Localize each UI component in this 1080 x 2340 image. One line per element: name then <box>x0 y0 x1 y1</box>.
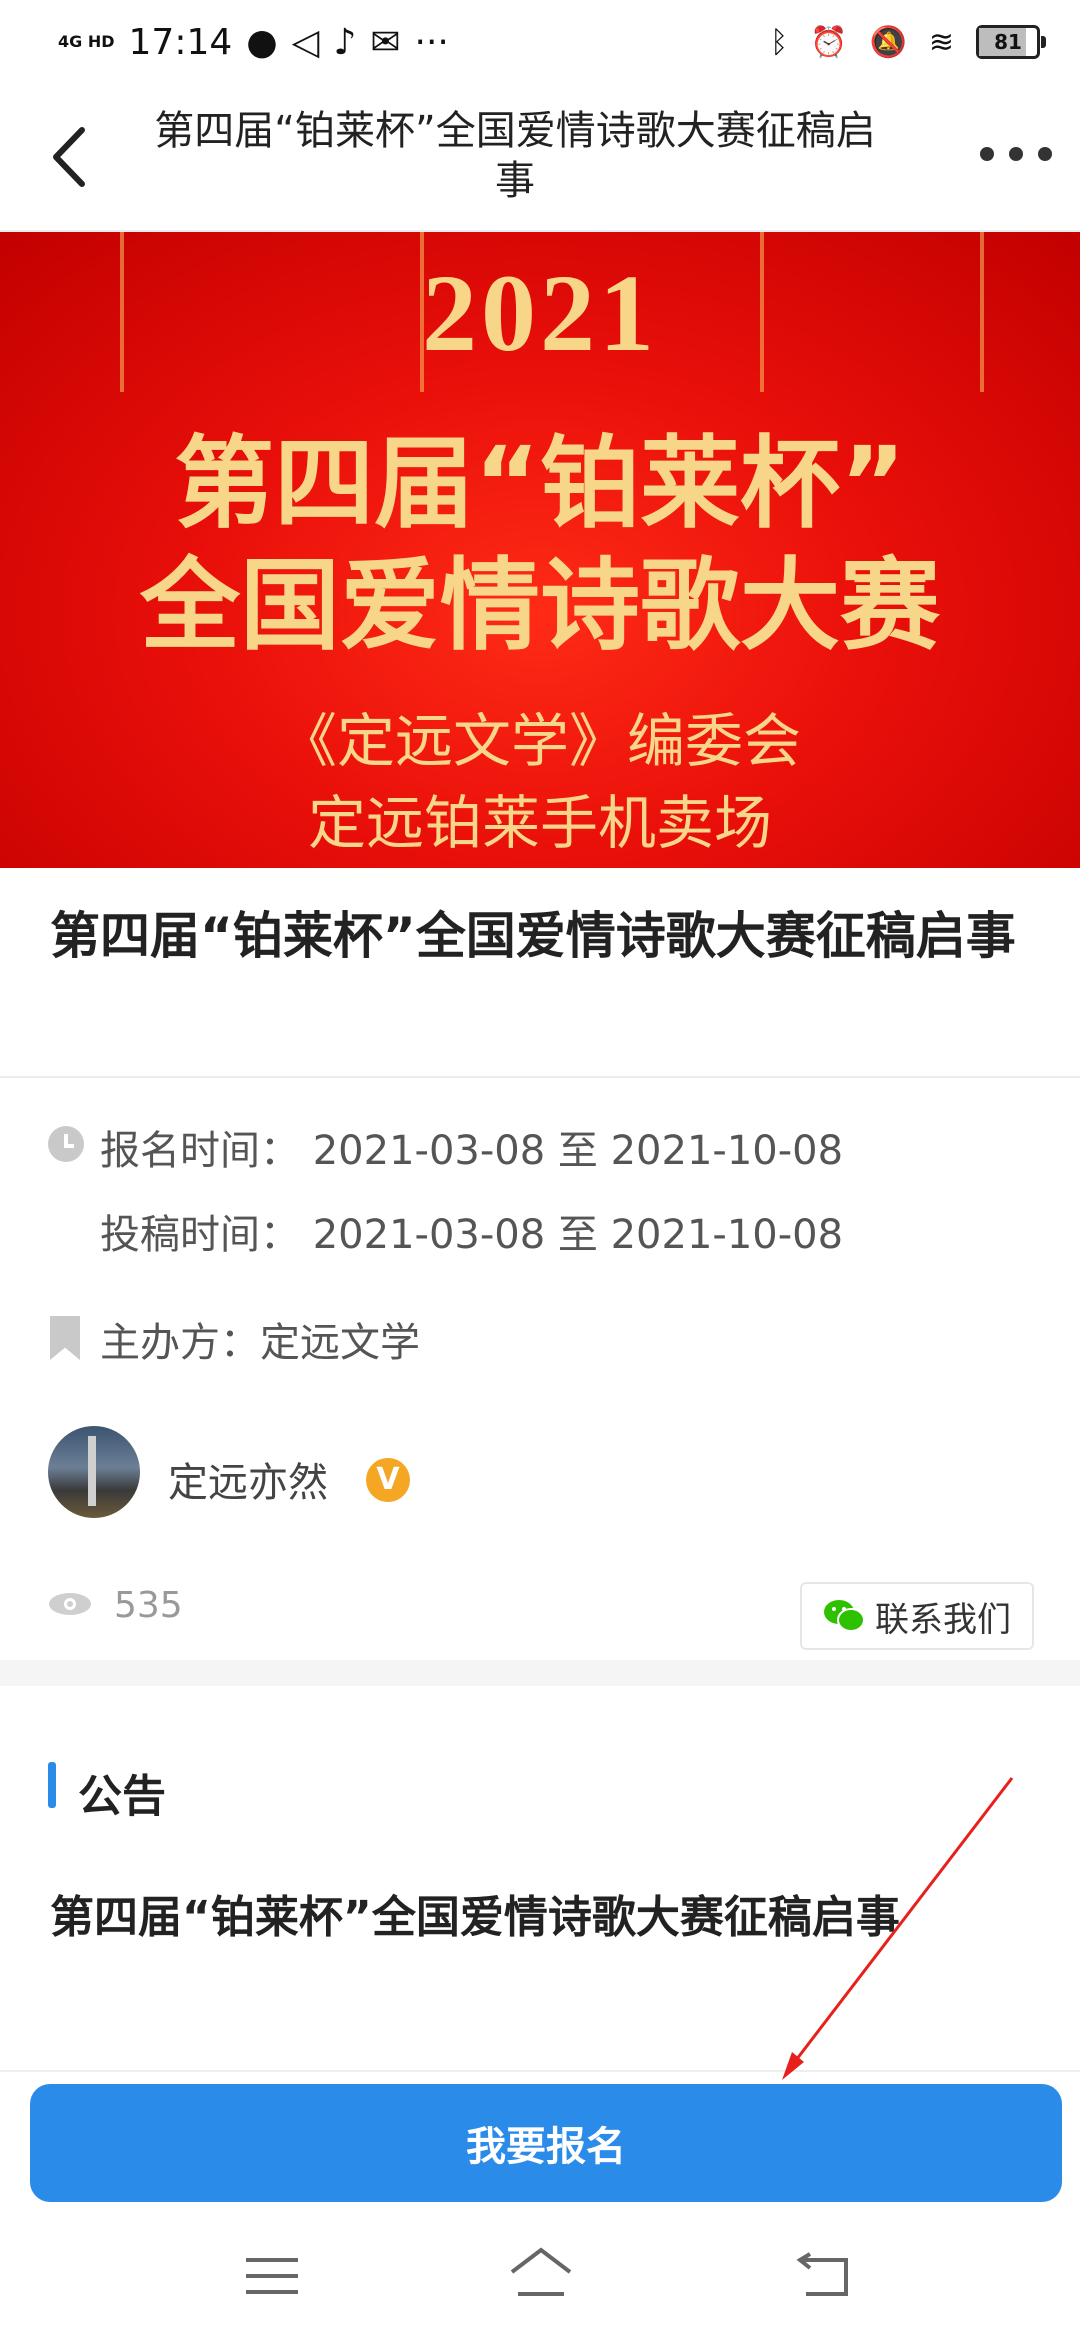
wechat-icon <box>823 1599 865 1633</box>
signup-time-label: 报名时间： <box>100 1128 300 1174</box>
recent-apps-icon[interactable] <box>246 2258 298 2294</box>
banner-line3: 《定远文学》编委会 <box>278 707 801 775</box>
article-title: 第四届“铂莱杯”全国爱情诗歌大赛征稿启事 <box>50 907 1016 965</box>
signal-icon: 4G HD <box>58 32 115 51</box>
submit-time-row: 投稿时间： 2021-03-08 至 2021-10-08 <box>100 1202 843 1260</box>
notice-heading: 公告 <box>78 1771 166 1822</box>
bookmark-icon <box>50 1316 80 1360</box>
app-header: 第四届“铂莱杯”全国爱情诗歌大赛征稿启事 <box>0 84 1080 232</box>
signup-time-row: 报名时间： 2021-03-08 至 2021-10-08 <box>100 1118 843 1176</box>
system-back-icon[interactable] <box>796 2252 852 2300</box>
contact-us-button[interactable]: 联系我们 <box>800 1582 1034 1650</box>
dnd-icon: 🔕 <box>869 24 907 60</box>
divider <box>0 1076 1080 1078</box>
banner-year: 2021 <box>422 252 658 374</box>
mail-icon: ✉ <box>370 21 401 63</box>
view-count: 535 <box>114 1585 183 1626</box>
contact-us-label: 联系我们 <box>875 1599 1011 1640</box>
banner-line2: 全国爱情诗歌大赛 <box>140 547 940 664</box>
signup-button[interactable]: 我要报名 <box>30 2084 1062 2202</box>
home-icon[interactable] <box>508 2246 574 2302</box>
status-bar: 4G HD 17:14 ● ◁ ♪ ✉ ··· ᛒ ⏰ 🔕 ≋ 81 <box>0 0 1080 84</box>
event-banner: 2021 第四届“铂莱杯” 全国爱情诗歌大赛 《定远文学》编委会 定远铂莱手机卖… <box>0 232 1080 868</box>
clock-icon <box>48 1126 84 1162</box>
signup-time-value: 2021-03-08 至 2021-10-08 <box>312 1128 844 1174</box>
notice-title: 第四届“铂莱杯”全国爱情诗歌大赛征稿启事 <box>50 1892 900 1943</box>
avatar[interactable] <box>48 1426 140 1518</box>
submit-time-label: 投稿时间： <box>100 1212 300 1258</box>
bluetooth-icon: ᛒ <box>770 24 789 60</box>
battery-icon: 81 <box>976 25 1046 59</box>
wechat-icon: ● <box>246 21 278 63</box>
banner-line4: 定远铂莱手机卖场 <box>307 789 772 857</box>
section-gap <box>0 1660 1080 1686</box>
organizer: 主办方：定远文学 <box>100 1320 420 1366</box>
back-chevron-icon[interactable] <box>42 122 102 192</box>
music-icon: ♪ <box>333 21 357 63</box>
section-marker <box>48 1762 56 1808</box>
alarm-icon: ⏰ <box>810 24 848 60</box>
mute-icon: ◁ <box>291 21 320 63</box>
page-title: 第四届“铂莱杯”全国爱情诗歌大赛征稿启事 <box>154 108 876 204</box>
more-notifications-icon: ··· <box>414 21 449 63</box>
status-time: 17:14 <box>128 21 233 63</box>
wifi-icon: ≋ <box>928 24 954 60</box>
verified-badge: V <box>366 1458 410 1502</box>
more-dots-icon[interactable] <box>980 124 1052 184</box>
eye-icon <box>48 1592 92 1616</box>
submit-time-value: 2021-03-08 至 2021-10-08 <box>312 1212 844 1258</box>
author-name[interactable]: 定远亦然 <box>168 1450 328 1508</box>
